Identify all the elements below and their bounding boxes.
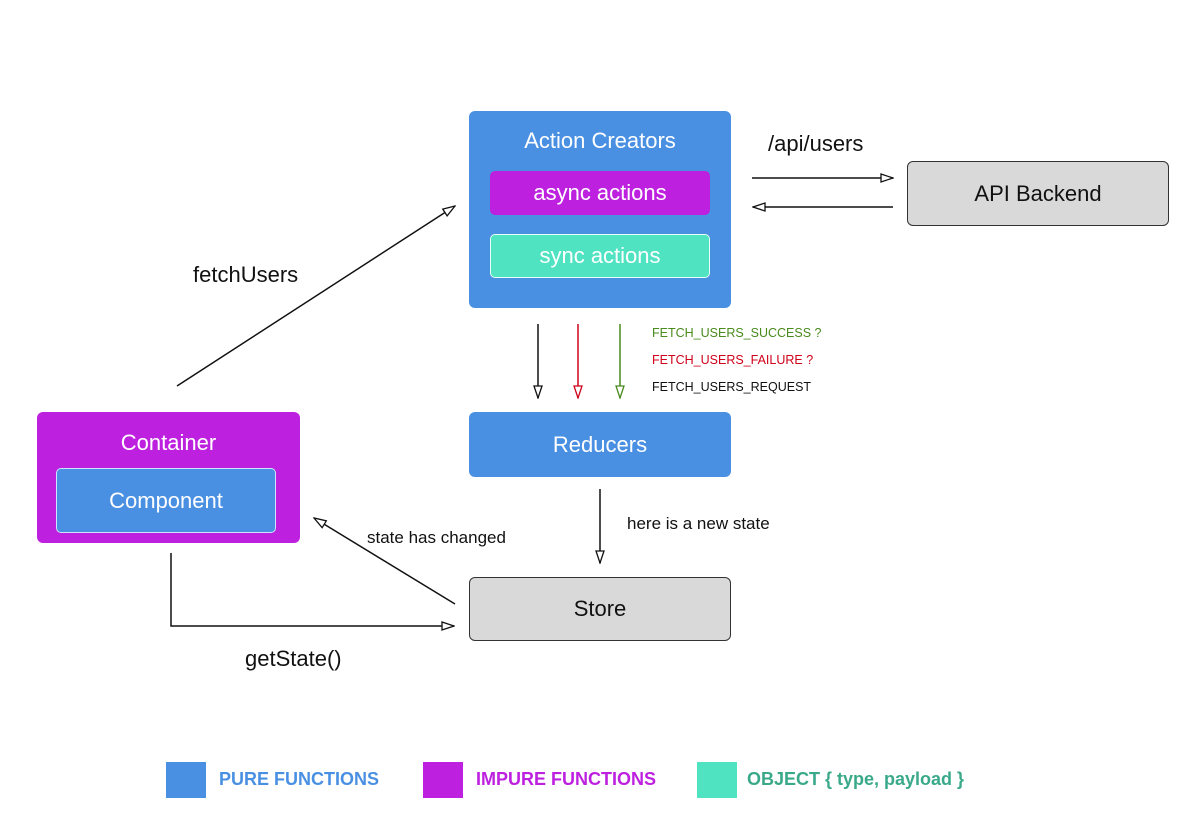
reducers-title: Reducers: [552, 431, 648, 457]
legend-impure-swatch: [423, 762, 463, 798]
fetch-users-label: fetchUsers: [193, 262, 299, 287]
container-node: Container Component: [37, 412, 300, 543]
legend-pure-label: PURE FUNCTIONS: [219, 769, 380, 789]
legend-impure-label: IMPURE FUNCTIONS: [476, 769, 656, 789]
store-node: Store: [469, 577, 731, 641]
reducers-node: Reducers: [469, 412, 731, 477]
component-node: Component: [56, 468, 276, 533]
action-failure-label: FETCH_USERS_FAILURE ?: [652, 353, 814, 367]
action-request-label: FETCH_USERS_REQUEST: [652, 380, 812, 394]
action-creators-title: Action Creators: [524, 128, 676, 153]
container-title: Container: [120, 430, 217, 455]
sync-actions-node: sync actions: [490, 234, 710, 278]
api-backend-node: API Backend: [907, 161, 1169, 226]
new-state-label: here is a new state: [627, 514, 770, 533]
legend-pure-swatch: [166, 762, 206, 798]
get-state-label: getState(): [245, 646, 342, 671]
api-users-label: /api/users: [768, 131, 864, 156]
get-state-arrow: [170, 553, 454, 626]
legend-object-label: OBJECT { type, payload }: [747, 769, 965, 789]
async-actions-node: async actions: [490, 171, 710, 215]
action-success-label: FETCH_USERS_SUCCESS ?: [652, 326, 822, 340]
action-creators-node: Action Creators async actions sync actio…: [469, 111, 731, 308]
legend-object-swatch: [697, 762, 737, 798]
fetch-users-arrow: [176, 206, 455, 387]
state-changed-label: state has changed: [367, 528, 506, 547]
